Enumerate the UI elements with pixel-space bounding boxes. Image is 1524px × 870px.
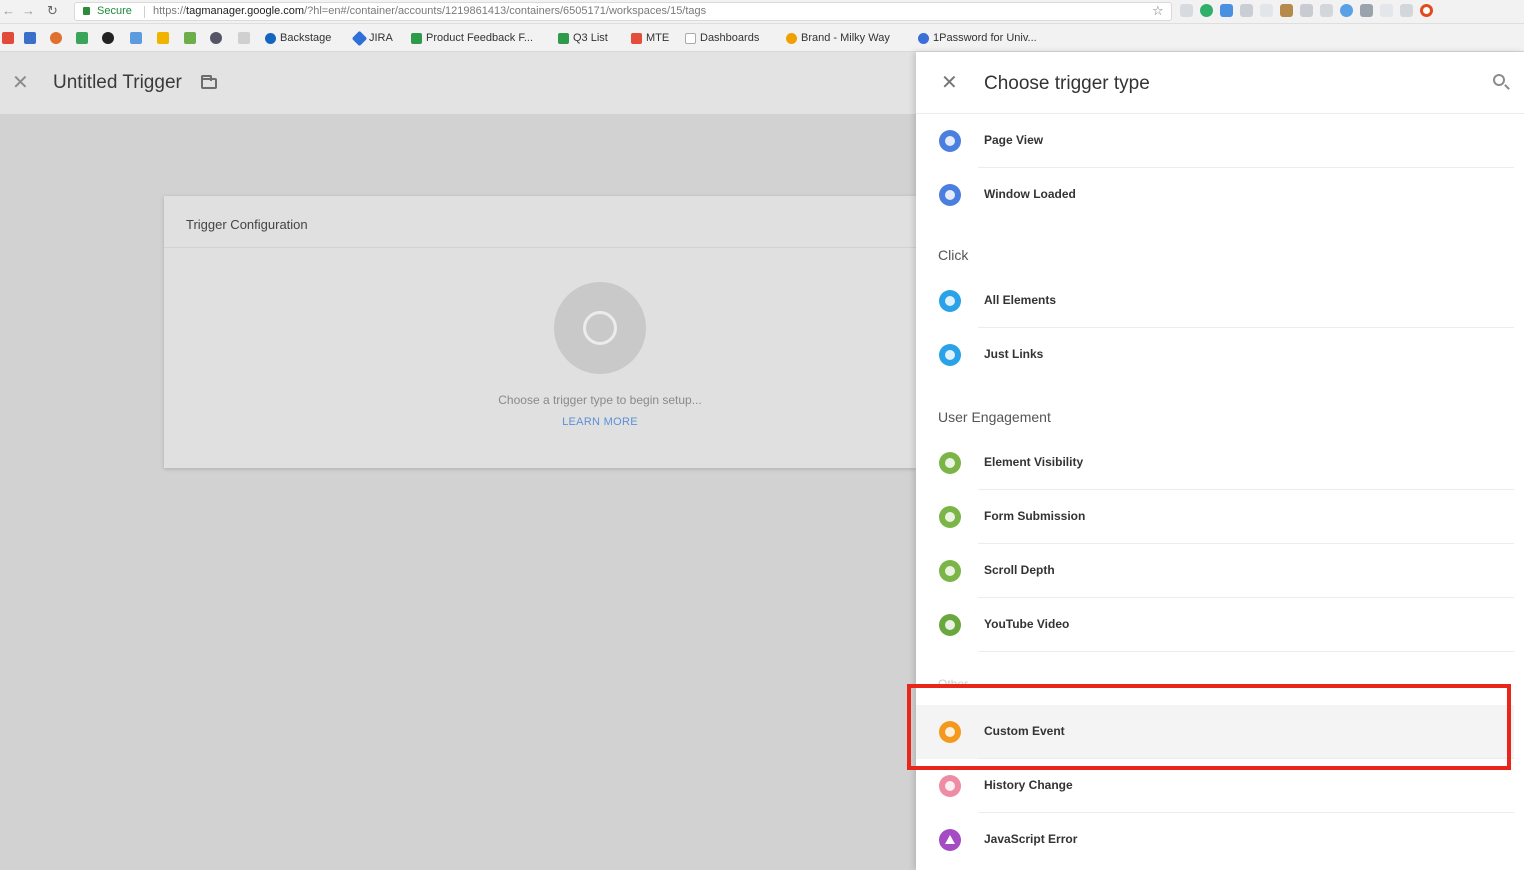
search-icon[interactable]: [1493, 74, 1505, 86]
trigger-option-just-links[interactable]: Just Links: [916, 328, 1514, 382]
trigger-placeholder-icon[interactable]: [554, 282, 646, 374]
trigger-editor-header: ✕ Untitled Trigger: [0, 52, 916, 114]
extension-icon[interactable]: [1360, 4, 1373, 17]
bookmark-icon: [918, 32, 929, 44]
trigger-option-label: History Change: [984, 778, 1073, 792]
bookmark-dashboards[interactable]: Dashboards: [685, 31, 759, 45]
address-bar[interactable]: Secure https://tagmanager.google.com/?hl…: [74, 2, 1172, 21]
bookmark-icon[interactable]: [184, 32, 196, 44]
extension-icon[interactable]: [1260, 4, 1273, 17]
extension-icon[interactable]: [1200, 4, 1213, 17]
reload-icon[interactable]: ↻: [47, 3, 58, 19]
bookmark-icon: [631, 32, 642, 44]
card-header: Trigger Configuration: [164, 196, 916, 248]
bookmarks-bar: Backstage JIRA Product Feedback F... Q3 …: [0, 24, 1524, 52]
visibility-icon: [939, 452, 961, 474]
bookmark-icon[interactable]: [210, 32, 222, 44]
bookmark-1password[interactable]: 1Password for Univ...: [918, 31, 1037, 45]
extension-icon[interactable]: [1300, 4, 1313, 17]
browser-toolbar: ← → ↻ Secure https://tagmanager.google.c…: [0, 0, 1524, 24]
panel-header: ✕ Choose trigger type: [916, 52, 1524, 114]
cursor-icon: [939, 290, 961, 312]
bookmark-icon: [411, 32, 422, 44]
forward-arrow-icon[interactable]: →: [22, 3, 35, 19]
bookmark-icon: [265, 32, 276, 44]
extension-icon[interactable]: [1280, 4, 1293, 17]
trigger-option-label: YouTube Video: [984, 617, 1070, 631]
bookmark-icon[interactable]: [50, 32, 62, 44]
extension-icon[interactable]: [1320, 4, 1333, 17]
bookmark-icon[interactable]: [238, 32, 250, 44]
trigger-option-page-view[interactable]: Page View: [916, 114, 1514, 168]
extension-icon[interactable]: [1180, 4, 1193, 17]
scroll-icon: [939, 560, 961, 582]
trigger-option-element-visibility[interactable]: Element Visibility: [916, 436, 1514, 490]
bookmark-star-icon[interactable]: ☆: [1152, 3, 1164, 19]
section-heading-click: Click: [938, 247, 969, 263]
close-icon[interactable]: ✕: [941, 70, 958, 95]
lock-icon: [83, 7, 90, 15]
trigger-option-label: Window Loaded: [984, 187, 1076, 201]
trigger-option-scroll-depth[interactable]: Scroll Depth: [916, 544, 1514, 598]
history-icon: [939, 775, 961, 797]
window-icon: [939, 184, 961, 206]
form-icon: [939, 506, 961, 528]
card-title: Trigger Configuration: [186, 217, 308, 232]
bookmark-product-feedback[interactable]: Product Feedback F...: [411, 31, 533, 45]
trigger-option-form-submission[interactable]: Form Submission: [916, 490, 1514, 544]
trigger-option-label: All Elements: [984, 293, 1057, 307]
trigger-option-window-loaded[interactable]: Window Loaded: [916, 168, 1514, 222]
close-icon[interactable]: ✕: [12, 70, 29, 95]
url-text: https://tagmanager.google.com/?hl=en#/co…: [153, 5, 707, 17]
extension-icon[interactable]: [1380, 4, 1393, 17]
bookmark-icon[interactable]: [2, 32, 14, 44]
link-icon: [939, 344, 961, 366]
trigger-option-javascript-error[interactable]: JavaScript Error: [916, 813, 1514, 867]
extension-icon[interactable]: [1420, 4, 1433, 17]
warning-icon: [939, 829, 961, 851]
trigger-option-label: Scroll Depth: [984, 563, 1055, 577]
bookmark-icon: [351, 30, 368, 46]
extension-icon[interactable]: [1220, 4, 1233, 17]
extension-icon[interactable]: [1340, 4, 1353, 17]
bookmark-icon: [786, 32, 797, 44]
secure-label: Secure: [97, 5, 132, 17]
bookmark-icon[interactable]: [157, 32, 169, 44]
folder-icon: [685, 32, 696, 44]
bookmark-icon[interactable]: [76, 32, 88, 44]
trigger-option-label: Just Links: [984, 347, 1044, 361]
trigger-option-all-elements[interactable]: All Elements: [916, 274, 1514, 328]
trigger-option-label: Element Visibility: [984, 455, 1084, 469]
trigger-configuration-card[interactable]: Trigger Configuration Choose a trigger t…: [164, 196, 916, 468]
github-icon[interactable]: [102, 32, 114, 44]
trigger-option-label: Page View: [984, 133, 1044, 147]
address-divider: [144, 6, 145, 18]
custom-event-highlight-box: [907, 684, 1511, 770]
bookmark-mte[interactable]: MTE: [631, 31, 669, 45]
learn-more-link[interactable]: LEARN MORE: [164, 416, 1036, 428]
bookmark-icon[interactable]: [130, 32, 142, 44]
bookmark-q3-list[interactable]: Q3 List: [558, 31, 608, 45]
extension-icon[interactable]: [1400, 4, 1413, 17]
extension-icons: [1180, 4, 1433, 20]
back-arrow-icon[interactable]: ←: [2, 3, 15, 19]
trigger-editor-body: Trigger Configuration Choose a trigger t…: [0, 114, 916, 870]
trigger-name[interactable]: Untitled Trigger: [53, 72, 182, 94]
trigger-option-label: Form Submission: [984, 509, 1086, 523]
trigger-option-youtube-video[interactable]: YouTube Video: [916, 598, 1514, 652]
bookmark-icon[interactable]: [24, 32, 36, 44]
bookmark-backstage[interactable]: Backstage: [265, 31, 331, 45]
eye-icon: [939, 130, 961, 152]
bookmark-brand-milky-way[interactable]: Brand - Milky Way: [786, 31, 890, 45]
section-heading-user-engagement: User Engagement: [938, 409, 1051, 425]
bookmark-jira[interactable]: JIRA: [351, 30, 393, 46]
setup-hint: Choose a trigger type to begin setup...: [498, 393, 702, 407]
extension-icon[interactable]: [1240, 4, 1253, 17]
trigger-option-label: JavaScript Error: [984, 832, 1078, 846]
panel-title: Choose trigger type: [984, 73, 1150, 94]
folder-icon[interactable]: [201, 75, 217, 89]
bookmark-icon: [558, 32, 569, 44]
play-icon: [939, 614, 961, 636]
